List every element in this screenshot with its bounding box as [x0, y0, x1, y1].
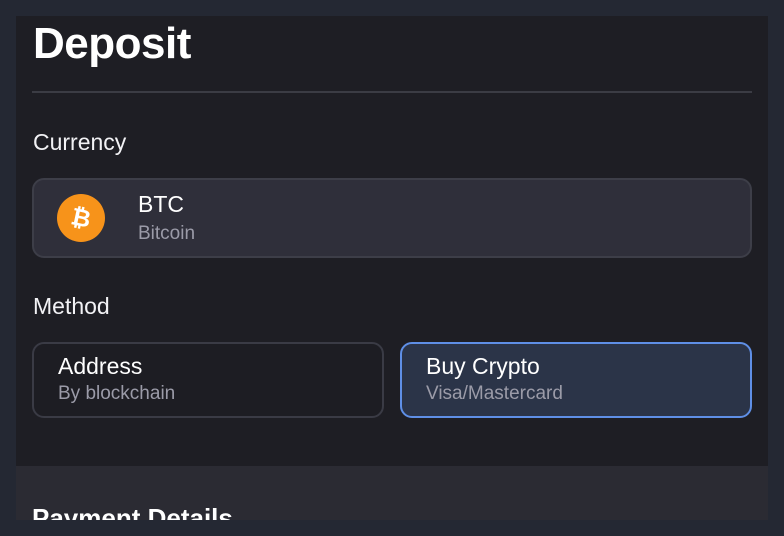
method-option-subtitle: Visa/Mastercard [426, 383, 563, 404]
method-option-address[interactable]: Address By blockchain [32, 342, 384, 418]
method-option-subtitle: By blockchain [58, 383, 176, 404]
page-title: Deposit [33, 19, 191, 68]
bitcoin-icon: ₿ [57, 194, 105, 242]
deposit-panel: Deposit Currency ₿ BTC Bitcoin Method Ad… [16, 16, 768, 520]
payment-details-title: Payment Details [32, 503, 233, 520]
currency-name: Bitcoin [138, 223, 196, 244]
method-section-label: Method [33, 293, 110, 319]
currency-code: BTC [138, 191, 184, 217]
method-option-title: Address [58, 353, 143, 379]
payment-details-section: Payment Details [16, 466, 768, 520]
method-option-title: Buy Crypto [426, 353, 540, 379]
method-option-buy-crypto[interactable]: Buy Crypto Visa/Mastercard [400, 342, 752, 418]
currency-selector[interactable]: ₿ BTC Bitcoin [32, 178, 752, 258]
title-divider [32, 91, 752, 93]
svg-text:₿: ₿ [69, 203, 94, 233]
currency-section-label: Currency [33, 129, 127, 155]
